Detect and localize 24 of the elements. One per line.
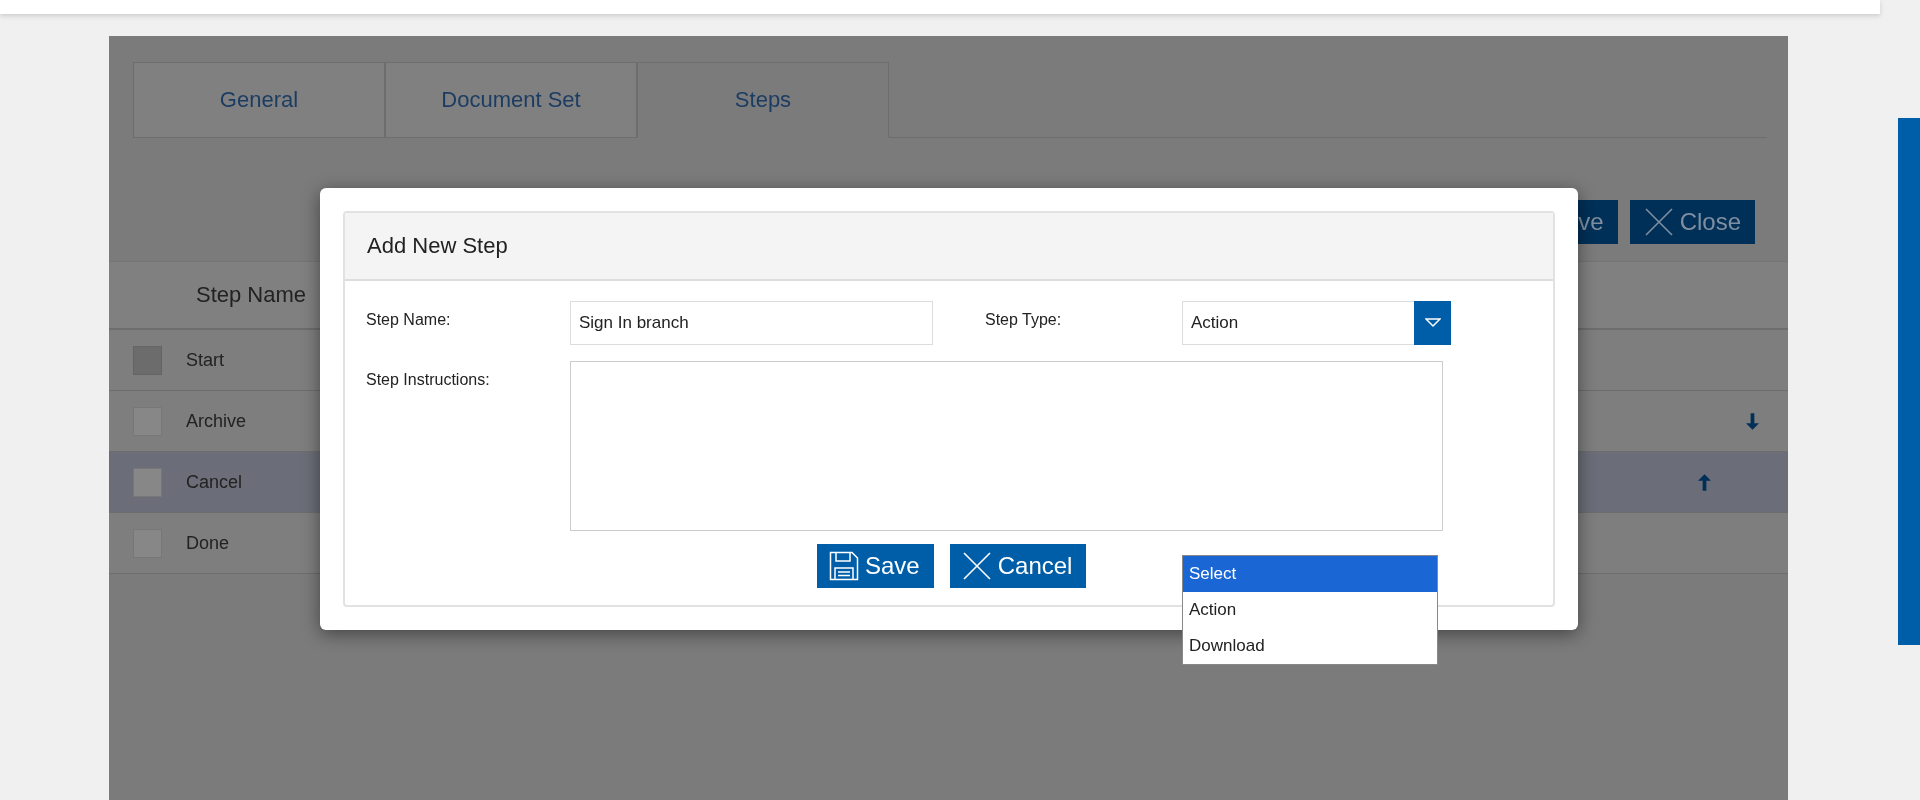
close-button[interactable]: Close: [1629, 200, 1755, 244]
arrow-down-icon[interactable]: [1745, 412, 1759, 430]
dropdown-option[interactable]: Download: [1183, 628, 1437, 664]
dropdown-option[interactable]: Action: [1183, 592, 1437, 628]
arrow-up-icon[interactable]: [1697, 473, 1711, 491]
checkbox[interactable]: [133, 467, 162, 497]
dropdown-option[interactable]: Select: [1183, 556, 1437, 592]
close-icon: [961, 551, 992, 581]
field-label: Step Type:: [985, 310, 1063, 330]
step-name-cell-text: Archive: [186, 410, 248, 432]
cancel-button[interactable]: Cancel: [949, 544, 1087, 588]
field-label: Step Instructions:: [366, 370, 491, 390]
save-button[interactable]: Save: [817, 544, 934, 588]
step-name-cell-text: Cancel: [186, 471, 244, 493]
dialog-title: Add New Step: [345, 213, 1553, 281]
step-name-cell-text: Done: [186, 532, 231, 554]
caret-icon: [1424, 318, 1441, 328]
step-type-select[interactable]: Action: [1182, 301, 1451, 345]
step-name-cell-text: Start: [186, 349, 225, 371]
step-name-field[interactable]: Sign In branch: [570, 301, 933, 345]
instructions-field[interactable]: [570, 361, 1443, 531]
close-icon: [1643, 207, 1674, 237]
column-header: Step Name: [196, 282, 307, 308]
field-label: Step Name:: [366, 310, 452, 330]
